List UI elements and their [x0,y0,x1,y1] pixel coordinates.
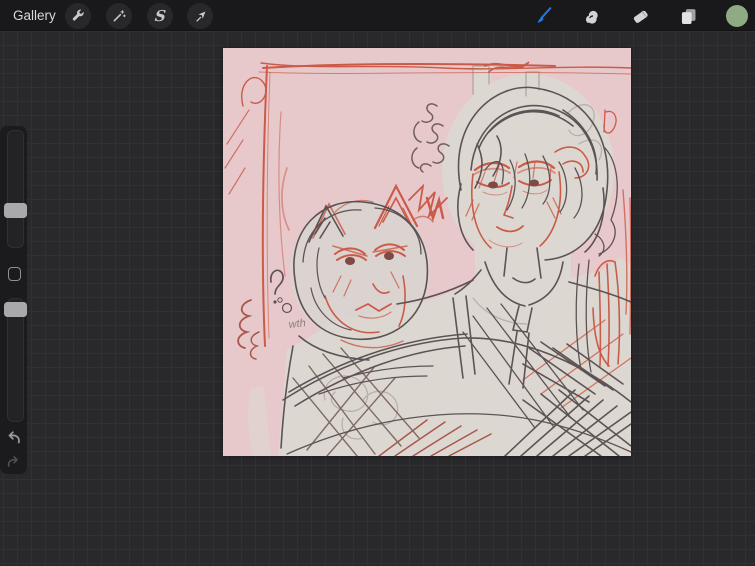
color-circle[interactable] [726,5,748,27]
procreate-app: { "toolbar": { "gallery_label": "Gallery… [0,0,755,566]
transform-arrow-icon [193,9,208,24]
brush-size-slider[interactable] [7,130,24,248]
top-toolbar: Gallery S [0,0,755,31]
paint-tool-button[interactable] [531,4,555,28]
actions-button[interactable] [65,3,91,29]
brush-sidebar [0,126,27,474]
canvas-annotation-wth: wth [288,317,306,331]
redo-button[interactable] [5,454,22,471]
gallery-button[interactable]: Gallery [13,0,56,31]
erase-tool-button[interactable] [628,4,652,28]
smudge-tool-button[interactable] [580,4,604,28]
drawing-canvas[interactable]: wth [223,48,631,456]
opacity-handle[interactable] [4,302,27,317]
eraser-icon [630,6,651,27]
adjustments-button[interactable] [106,3,132,29]
smudge-finger-icon [582,6,603,27]
undo-arrow-icon [4,429,23,448]
undo-button[interactable] [4,429,23,448]
selection-button[interactable]: S [147,3,173,29]
selection-s-icon: S [153,6,167,25]
magic-wand-icon [111,8,127,24]
paintbrush-icon [532,5,554,27]
layers-button[interactable] [676,4,700,28]
modify-button[interactable] [8,267,21,281]
layers-icon [678,6,699,27]
wrench-icon [70,8,86,24]
brush-size-handle[interactable] [4,203,27,218]
transform-button[interactable] [187,3,213,29]
redo-arrow-icon [5,454,22,471]
artwork-sketch: wth [224,61,631,456]
